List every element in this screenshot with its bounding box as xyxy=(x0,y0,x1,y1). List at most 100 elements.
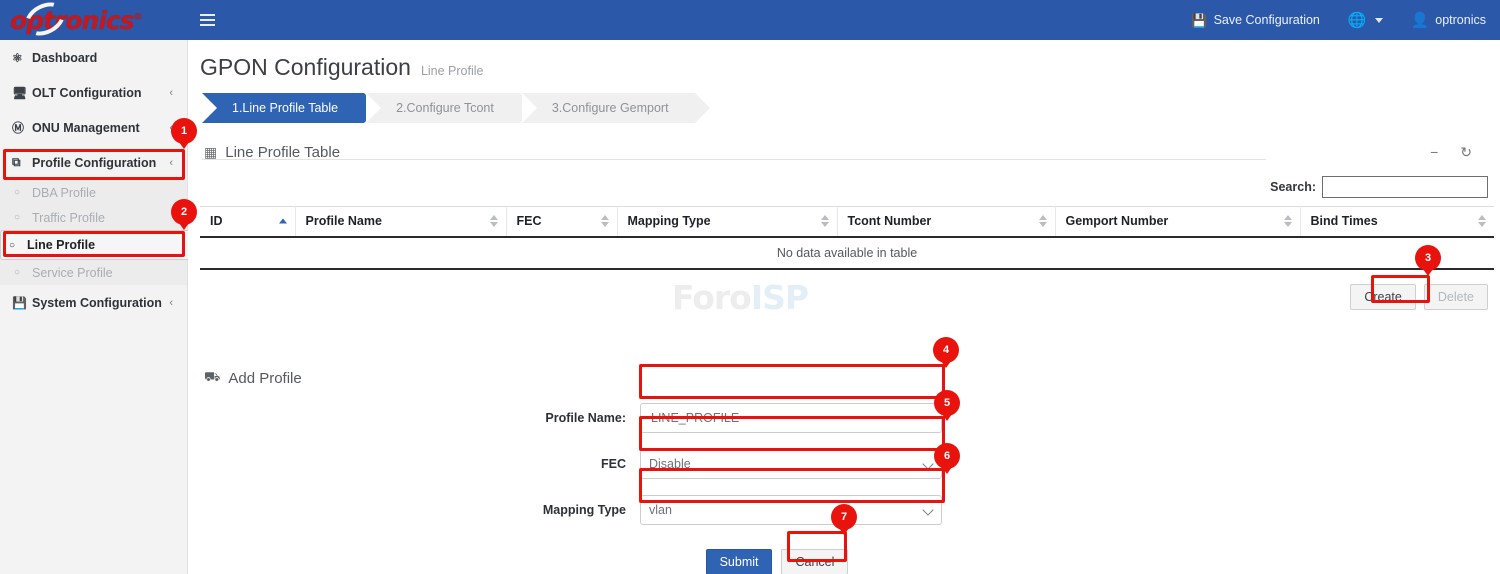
sort-icon xyxy=(490,215,498,227)
column-header-mapping-type[interactable]: Mapping Type xyxy=(617,207,837,237)
wizard-step-label: 2.Configure Tcont xyxy=(396,101,494,115)
floppy-icon: 💾 xyxy=(12,296,32,310)
circle-icon: ○ xyxy=(14,187,32,198)
line-profile-table: ID Profile Name FEC Mapping Type xyxy=(200,206,1494,270)
fec-select[interactable]: Disable xyxy=(640,449,942,479)
user-icon: 👤 xyxy=(1411,13,1430,28)
page-header: GPON Configuration Line Profile xyxy=(188,40,1500,81)
callout-badge-4: 4 xyxy=(933,337,959,363)
form-row-profile-name: Profile Name: xyxy=(200,403,1494,433)
form-title: ⛟ Add Profile xyxy=(200,365,1494,387)
panel-header: ▦ Line Profile Table − ↻ xyxy=(200,132,1494,172)
sort-icon xyxy=(821,215,829,227)
sidebar-item-service-profile[interactable]: ○ Service Profile xyxy=(0,260,187,285)
table-header-row: ID Profile Name FEC Mapping Type xyxy=(200,207,1494,237)
fec-label: FEC xyxy=(200,457,640,471)
form-action-buttons: Submit Cancel xyxy=(60,549,1494,574)
user-name-label: optronics xyxy=(1435,13,1486,27)
globe-icon: 🌐 xyxy=(1348,13,1367,28)
submit-button[interactable]: Submit xyxy=(706,549,773,574)
add-profile-icon: ⛟ xyxy=(204,369,220,387)
column-header-fec[interactable]: FEC xyxy=(506,207,617,237)
page-title: GPON Configuration xyxy=(200,54,411,81)
page-subtitle: Line Profile xyxy=(421,64,484,78)
wizard-step-3[interactable]: 3.Configure Gemport xyxy=(522,93,695,123)
sidebar-item-system-configuration[interactable]: 💾 System Configuration ‹ xyxy=(0,285,187,320)
form-row-fec: FEC Disable xyxy=(200,449,1494,479)
cancel-button[interactable]: Cancel xyxy=(781,549,848,574)
chevron-left-icon: ‹ xyxy=(169,87,173,99)
column-header-gemport-number[interactable]: Gemport Number xyxy=(1055,207,1300,237)
callout-badge-6: 6 xyxy=(934,443,960,469)
sort-icon xyxy=(1039,215,1047,227)
line-profile-table-panel: ▦ Line Profile Table − ↻ Search: ID xyxy=(200,132,1494,328)
refresh-icon[interactable]: ↻ xyxy=(1460,145,1472,159)
top-header-actions: 💾 Save Configuration 🌐 👤 optronics xyxy=(1177,0,1500,40)
user-menu[interactable]: 👤 optronics xyxy=(1397,0,1500,40)
hamburger-line xyxy=(200,14,215,16)
wizard-step-1[interactable]: 1.Line Profile Table xyxy=(202,93,364,123)
brand-name: optronics xyxy=(10,6,134,35)
floppy-disk-icon: 💾 xyxy=(1191,14,1207,27)
chevron-down-icon xyxy=(1375,18,1383,23)
column-header-id[interactable]: ID xyxy=(200,207,295,237)
column-header-bind-times[interactable]: Bind Times xyxy=(1300,207,1494,237)
sidebar-item-dba-profile[interactable]: ○ DBA Profile xyxy=(0,180,187,205)
brand-logo[interactable]: optronics® xyxy=(0,0,188,40)
circle-icon: ○ xyxy=(14,212,32,223)
form-title-label: Add Profile xyxy=(228,370,301,387)
profile-name-input[interactable] xyxy=(640,403,942,433)
sort-icon xyxy=(1478,215,1486,227)
profile-name-label: Profile Name: xyxy=(200,411,640,425)
language-selector[interactable]: 🌐 xyxy=(1334,0,1397,40)
brand-registered-mark: ® xyxy=(134,12,142,22)
sidebar-item-label: ONU Management xyxy=(32,121,169,135)
sidebar-item-traffic-profile[interactable]: ○ Traffic Profile xyxy=(0,205,187,230)
column-label: Tcont Number xyxy=(848,214,932,228)
column-header-tcont-number[interactable]: Tcont Number xyxy=(837,207,1055,237)
minimize-icon[interactable]: − xyxy=(1430,145,1438,159)
sidebar: ⚛ Dashboard 🖥 OLT Configuration ‹ Ⓜ ONU … xyxy=(0,40,188,574)
table-footer: ForoISP Create Delete xyxy=(200,270,1494,328)
sidebar-item-olt-configuration[interactable]: 🖥 OLT Configuration ‹ xyxy=(0,75,187,110)
sort-icon xyxy=(1284,215,1292,227)
menu-toggle-button[interactable] xyxy=(190,0,224,40)
table-body: No data available in table xyxy=(200,237,1494,269)
save-configuration-label: Save Configuration xyxy=(1214,13,1320,27)
chevron-left-icon: ‹ xyxy=(169,157,173,169)
table-row-empty: No data available in table xyxy=(200,237,1494,269)
save-configuration-button[interactable]: 💾 Save Configuration xyxy=(1177,0,1334,40)
sidebar-item-onu-management[interactable]: Ⓜ ONU Management ‹ xyxy=(0,110,187,145)
sidebar-item-dashboard[interactable]: ⚛ Dashboard xyxy=(0,40,187,75)
sidebar-item-label: Service Profile xyxy=(32,266,113,280)
sidebar-item-profile-configuration[interactable]: ⧉ Profile Configuration ‹ xyxy=(0,145,187,180)
sidebar-item-label: DBA Profile xyxy=(32,186,96,200)
clone-icon: ⧉ xyxy=(12,155,32,170)
sort-ascending-icon xyxy=(279,219,287,224)
watermark-part1: Foro xyxy=(672,278,751,317)
callout-badge-3: 3 xyxy=(1415,245,1441,271)
create-button[interactable]: Create xyxy=(1350,284,1416,310)
panel-title: ▦ Line Profile Table xyxy=(204,144,340,161)
circle-icon: ○ xyxy=(14,267,32,278)
sidebar-submenu-profile-configuration: ○ DBA Profile ○ Traffic Profile ○ Line P… xyxy=(0,180,187,285)
search-input[interactable] xyxy=(1322,176,1488,198)
sidebar-item-label: OLT Configuration xyxy=(32,86,169,100)
panel-tools: − ↻ xyxy=(1430,145,1490,159)
table-empty-message: No data available in table xyxy=(200,237,1494,269)
wizard-steps: 1.Line Profile Table 2.Configure Tcont 3… xyxy=(202,93,1500,123)
search-label: Search: xyxy=(1270,180,1316,194)
column-label: Bind Times xyxy=(1311,214,1378,228)
wizard-step-2[interactable]: 2.Configure Tcont xyxy=(366,93,520,123)
mapping-type-select[interactable]: vlan xyxy=(640,495,942,525)
watermark-part2: ISP xyxy=(751,278,808,317)
top-header-bar: optronics® 💾 Save Configuration 🌐 👤 optr… xyxy=(0,0,1500,40)
delete-button[interactable]: Delete xyxy=(1424,284,1488,310)
column-label: ID xyxy=(210,214,223,228)
sidebar-item-label: System Configuration xyxy=(32,296,169,310)
column-label: FEC xyxy=(517,214,542,228)
sidebar-item-label: Line Profile xyxy=(27,238,95,252)
column-header-profile-name[interactable]: Profile Name xyxy=(295,207,506,237)
sort-icon xyxy=(601,215,609,227)
wizard-step-label: 3.Configure Gemport xyxy=(552,101,669,115)
